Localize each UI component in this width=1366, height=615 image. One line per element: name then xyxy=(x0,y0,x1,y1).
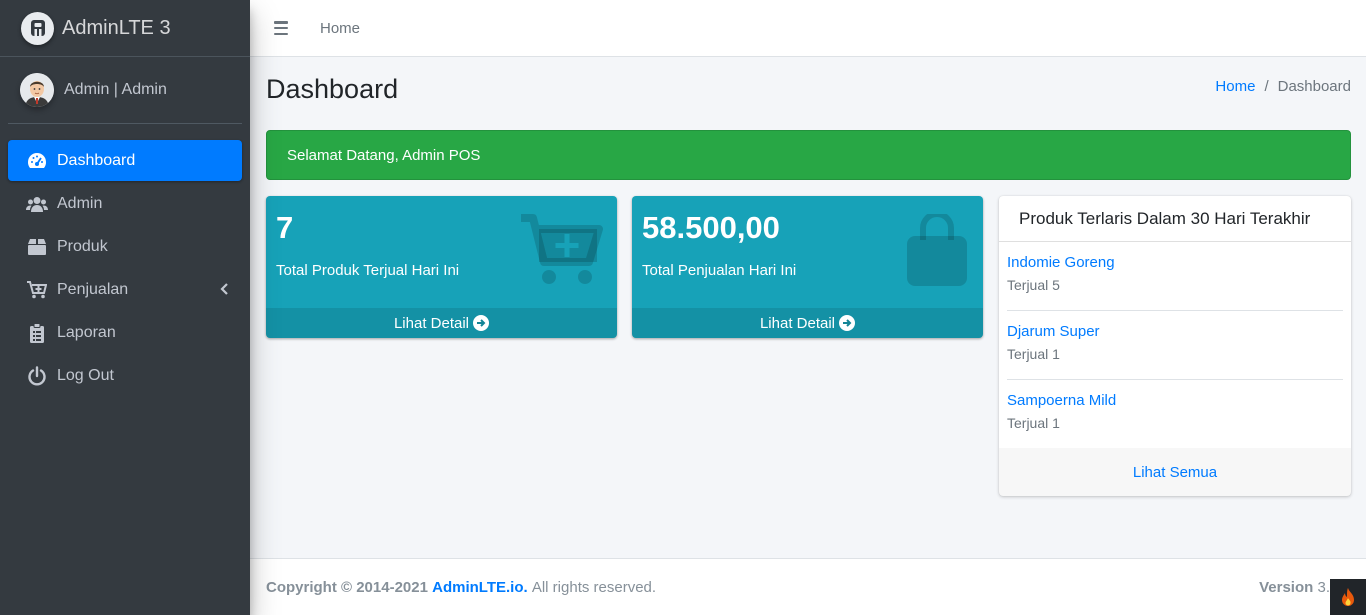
sidebar-item-label: Penjualan xyxy=(57,280,129,298)
welcome-alert: Selamat Datang, Admin POS xyxy=(266,130,1351,180)
stat-footer-label: Lihat Detail xyxy=(393,314,470,332)
stat-value: 7 xyxy=(276,210,294,245)
breadcrumb: Home / Dashboard xyxy=(1215,78,1351,95)
menu-toggle-icon[interactable] xyxy=(274,21,288,35)
rights-text: All rights reserved. xyxy=(531,578,657,596)
list-item: Djarum Super Terjual 1 xyxy=(1007,311,1343,380)
card-footer: Lihat Semua xyxy=(999,448,1351,496)
stat-box-sales-today: 58.500,00 Total Penjualan Hari Ini Lihat… xyxy=(632,196,983,338)
avatar xyxy=(20,73,54,107)
chevron-left-icon xyxy=(220,282,228,300)
breadcrumb-separator: / xyxy=(1264,78,1269,95)
sidebar-item-laporan[interactable]: Laporan xyxy=(8,312,242,353)
product-sold-count: Terjual 1 xyxy=(1007,346,1060,362)
arrow-circle-right-icon xyxy=(839,315,856,331)
flame-icon[interactable] xyxy=(1330,579,1366,615)
adminlte-link[interactable]: AdminLTE.io. xyxy=(432,579,528,596)
product-sold-count: Terjual 1 xyxy=(1007,415,1060,431)
clipboard-icon xyxy=(26,322,48,344)
sidebar-item-label: Admin xyxy=(57,194,103,212)
sidebar-item-produk[interactable]: Produk xyxy=(8,226,242,267)
sidebar-item-penjualan[interactable]: Penjualan xyxy=(8,269,242,310)
tachometer-icon xyxy=(26,150,48,172)
shopping-bag-icon xyxy=(905,211,969,291)
brand-text: AdminLTE 3 xyxy=(62,16,171,39)
page-title: Dashboard xyxy=(266,74,399,104)
power-icon xyxy=(26,365,48,387)
bestsellers-list: Indomie Goreng Terjual 5 Djarum Super Te… xyxy=(999,242,1351,449)
product-name-link[interactable]: Sampoerna Mild xyxy=(1007,392,1343,409)
cart-plus-icon xyxy=(519,214,603,291)
user-panel[interactable]: Admin | Admin xyxy=(8,57,242,124)
version-value: 3. xyxy=(1317,579,1330,596)
product-name-link[interactable]: Indomie Goreng xyxy=(1007,254,1343,271)
cart-plus-icon xyxy=(26,279,48,301)
sidebar-item-label: Produk xyxy=(57,237,108,255)
main-sidebar: AdminLTE 3 Admin | Admin Dashboard Admin… xyxy=(0,0,250,615)
brand-logo-icon xyxy=(21,11,54,45)
list-item: Sampoerna Mild Terjual 1 xyxy=(1007,380,1343,449)
sidebar-item-label: Log Out xyxy=(57,366,114,384)
top-navbar: Home xyxy=(250,0,1366,57)
main-footer: Copyright © 2014-2021 AdminLTE.io. All r… xyxy=(250,558,1366,615)
sidebar-item-dashboard[interactable]: Dashboard xyxy=(8,140,242,181)
stat-label: Total Produk Terjual Hari Ini xyxy=(276,262,460,279)
content-header: Dashboard Home / Dashboard xyxy=(266,72,1351,112)
breadcrumb-current: Dashboard xyxy=(1277,78,1351,95)
card-title: Produk Terlaris Dalam 30 Hari Terakhir xyxy=(999,196,1351,242)
sidebar-nav: Dashboard Admin Produk Penjualan Laporan… xyxy=(0,140,250,396)
version-label: Version xyxy=(1259,579,1314,596)
copyright-text: Copyright © 2014-2021 xyxy=(266,578,428,596)
product-sold-count: Terjual 5 xyxy=(1007,277,1060,293)
user-name: Admin | Admin xyxy=(64,81,167,98)
stat-footer-link[interactable]: Lihat Detail xyxy=(632,308,983,338)
navbar-home-link[interactable]: Home xyxy=(320,20,360,37)
product-name-link[interactable]: Djarum Super xyxy=(1007,323,1343,340)
sidebar-item-logout[interactable]: Log Out xyxy=(8,355,242,396)
stat-footer-link[interactable]: Lihat Detail xyxy=(266,308,617,338)
breadcrumb-home-link[interactable]: Home xyxy=(1215,78,1255,95)
stat-box-products-sold: 7 Total Produk Terjual Hari Ini Lihat De… xyxy=(266,196,617,338)
stat-value: 58.500,00 xyxy=(642,210,780,245)
sidebar-item-label: Laporan xyxy=(57,323,116,341)
box-icon xyxy=(26,236,48,258)
users-icon xyxy=(26,193,48,215)
view-all-link[interactable]: Lihat Semua xyxy=(1133,464,1217,481)
welcome-text: Selamat Datang, Admin POS xyxy=(287,146,481,164)
stat-label: Total Penjualan Hari Ini xyxy=(642,262,797,279)
arrow-circle-right-icon xyxy=(473,315,490,331)
stat-footer-label: Lihat Detail xyxy=(759,314,836,332)
sidebar-item-admin[interactable]: Admin xyxy=(8,183,242,224)
list-item: Indomie Goreng Terjual 5 xyxy=(1007,242,1343,311)
bestsellers-card: Produk Terlaris Dalam 30 Hari Terakhir I… xyxy=(999,196,1351,496)
version-info: Version 3. xyxy=(1259,579,1330,596)
brand-link[interactable]: AdminLTE 3 xyxy=(0,0,250,57)
sidebar-item-label: Dashboard xyxy=(57,151,136,169)
